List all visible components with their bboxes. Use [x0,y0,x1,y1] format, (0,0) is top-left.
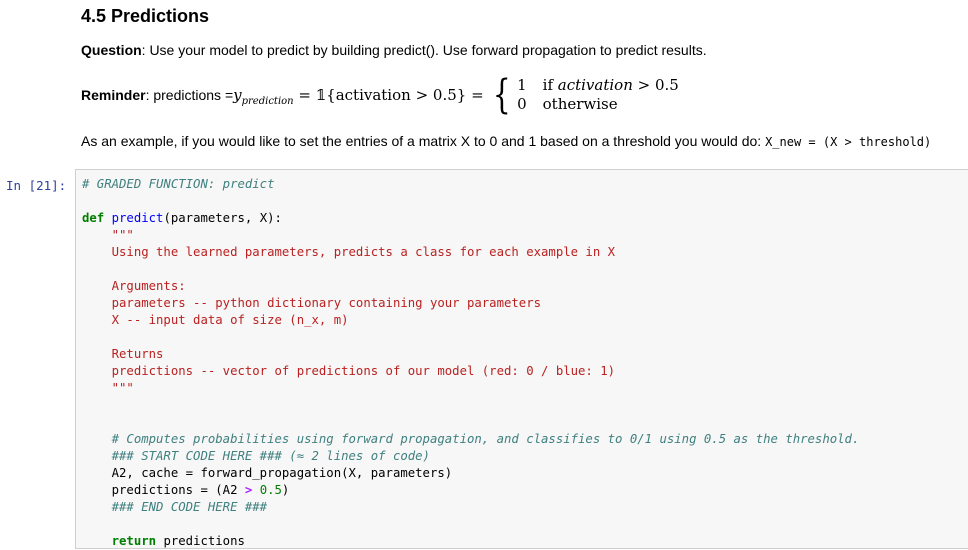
section-heading: 4.5 Predictions [81,6,210,26]
function-signature: (parameters, X): [163,211,282,225]
reminder-paragraph: Reminder: predictions = yprediction = 𝟙{… [81,72,679,118]
function-name: predict [111,211,164,225]
code-line-1: # GRADED FUNCTION: predict [82,177,275,191]
question-text: : Use your model to predict by building … [141,42,707,58]
keyword-return: return [111,534,157,548]
case1-condition: if activation > 0.5 [543,76,679,95]
reminder-label: Reminder [81,87,146,103]
case1-value: 1 [517,76,527,94]
code-line-def: def predict(parameters, X): [82,210,859,227]
keyword-def: def [82,211,105,225]
docstring-param-1: parameters -- python dictionary containi… [82,296,542,310]
formula-y-subscript: prediction [241,96,294,107]
docstring-returns: Returns [82,347,164,361]
case2-condition: otherwise [542,95,618,113]
predictions-paren: (A2 [215,483,245,497]
code-line-forward: A2, cache = forward_propagation(X, param… [82,466,453,480]
code-comment-computes: # Computes probabilities using forward p… [82,432,860,446]
example-paragraph: As an example, if you would like to set … [81,133,931,149]
docstring-param-2: X -- input data of size (n_x, m) [82,313,349,327]
predictions-assign: predictions = [82,483,216,497]
cell-prompt: In [21]: [6,178,67,193]
docstring-close: """ [82,381,134,395]
code-comment-start: ### START CODE HERE ### (≈ 2 lines of co… [82,449,430,463]
code-line-predictions: predictions = (A2 > 0.5) [82,482,859,499]
example-text: As an example, if you would like to set … [81,133,766,149]
case1-if: if [542,76,558,94]
formula-indicator: = 𝟙{activation > 0.5} = [293,86,484,104]
case1-var: activation [557,76,633,94]
number-literal: 0.5 [259,483,282,497]
question-label: Question [81,42,142,58]
docstring-open: """ [82,228,134,242]
reminder-prefix: : predictions = [145,87,234,103]
question-paragraph: Question: Use your model to predict by b… [81,42,707,58]
docstring-arguments: Arguments: [82,279,186,293]
return-value: predictions [156,534,245,548]
cases-brace: { [492,72,511,118]
example-code: X_new = (X > threshold) [765,135,932,149]
case2-value: 0 [517,95,527,113]
reminder-formula: yprediction = 𝟙{activation > 0.5} = [233,86,484,107]
docstring-return-desc: predictions -- vector of predictions of … [82,364,616,378]
code-comment-end: ### END CODE HERE ### [82,500,268,514]
formula-cases: 1 if activation > 0.5 0 otherwise [517,76,679,114]
docstring-line-1: Using the learned parameters, predicts a… [82,245,616,259]
case1-rest: > 0.5 [632,76,679,94]
code-editor[interactable]: # GRADED FUNCTION: predict def predict(pa… [82,176,859,550]
close-paren: ) [281,483,290,497]
formula-y: y [233,86,242,104]
code-line-return: return predictions [82,533,859,550]
